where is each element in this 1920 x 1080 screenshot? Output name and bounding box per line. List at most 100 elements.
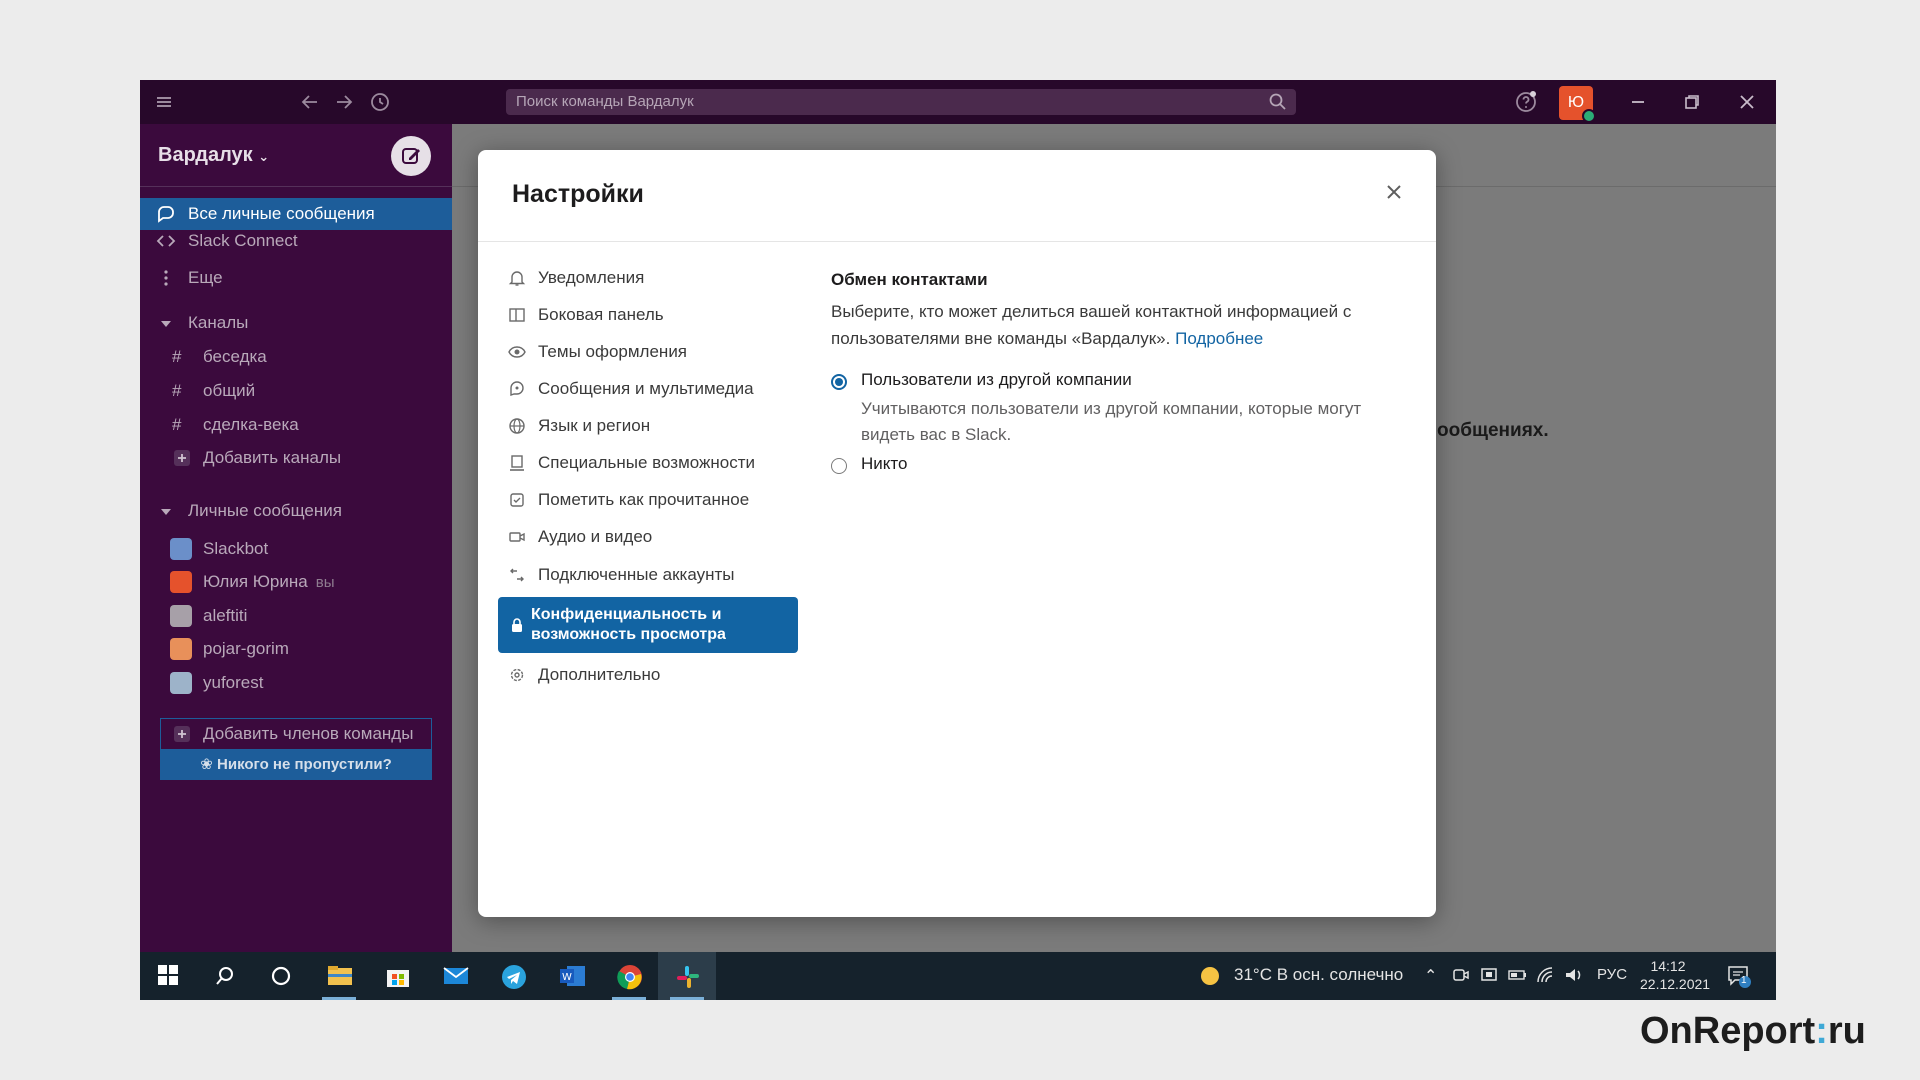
- meet-now-icon[interactable]: [1452, 966, 1470, 984]
- nav-connected-accounts[interactable]: Подключенные аккаунты: [498, 558, 798, 592]
- search-icon: [216, 967, 233, 985]
- taskbar-chrome[interactable]: [600, 952, 658, 1000]
- title-bar: Поиск команды Вардалук Ю: [140, 80, 1776, 124]
- windows-taskbar: W 31°C В осн. солнечно ⌃ РУС 14:12 22.12…: [140, 952, 1776, 1000]
- close-icon[interactable]: [1380, 178, 1408, 206]
- cortana-button[interactable]: [252, 952, 310, 1000]
- add-channels-button[interactable]: Добавить каналы: [140, 442, 452, 474]
- nav-sidebar[interactable]: Боковая панель: [498, 298, 798, 332]
- clock[interactable]: 14:12 22.12.2021: [1640, 957, 1710, 993]
- plus-icon: [172, 448, 192, 468]
- sidebar-item-more[interactable]: Еще: [140, 262, 452, 294]
- nav-advanced[interactable]: Дополнительно: [498, 658, 798, 692]
- sidebar-icon: [508, 306, 526, 324]
- history-clock-icon[interactable]: [368, 90, 392, 114]
- dm-label: yuforest: [203, 673, 264, 692]
- sidebar-dm-pojar-gorim[interactable]: pojar-gorim: [140, 633, 452, 665]
- nav-mark-as-read[interactable]: Пометить как прочитанное: [498, 483, 798, 517]
- volume-icon[interactable]: [1564, 966, 1584, 984]
- nav-messages-media[interactable]: Сообщения и мультимедиа: [498, 372, 798, 406]
- nav-themes[interactable]: Темы оформления: [498, 335, 798, 369]
- nav-audio-video[interactable]: Аудио и видео: [498, 520, 798, 554]
- notifications-icon[interactable]: 1: [1726, 963, 1752, 989]
- sidebar-dm-aleftiti[interactable]: aleftiti: [140, 600, 452, 632]
- taskbar-search-button[interactable]: [196, 952, 254, 1000]
- avatar: [170, 672, 192, 694]
- taskbar-mail[interactable]: [426, 952, 484, 1000]
- dm-label: aleftiti: [203, 606, 248, 625]
- connect-icon: [156, 231, 176, 251]
- nav-accessibility[interactable]: Специальные возможности: [498, 446, 798, 480]
- help-icon[interactable]: [1514, 90, 1538, 114]
- taskbar-store[interactable]: [368, 952, 426, 1000]
- hamburger-menu-icon[interactable]: [152, 90, 176, 114]
- search-icon[interactable]: [1268, 92, 1288, 112]
- learn-more-link[interactable]: Подробнее: [1175, 329, 1263, 348]
- tray-expand-icon[interactable]: ⌃: [1424, 966, 1437, 986]
- taskbar-word[interactable]: W: [542, 952, 600, 1000]
- onreport-watermark: OnReport:ru: [1640, 1010, 1866, 1053]
- weather-text[interactable]: 31°C В осн. солнечно: [1234, 965, 1403, 985]
- minimize-icon[interactable]: [1626, 90, 1650, 114]
- add-members-row[interactable]: Добавить членов команды: [140, 718, 452, 750]
- battery-icon[interactable]: [1508, 966, 1528, 984]
- mail-icon: [443, 967, 469, 984]
- search-input[interactable]: Поиск команды Вардалук: [506, 89, 1296, 115]
- taskbar-slack[interactable]: [658, 952, 716, 1000]
- wifi-icon[interactable]: [1536, 966, 1556, 984]
- accessibility-icon: [508, 454, 526, 472]
- bell-icon: [508, 269, 526, 287]
- sidebar-dm-yulia[interactable]: Юлия Юрина вы: [140, 566, 452, 598]
- dms-section-header[interactable]: Личные сообщения: [140, 495, 452, 527]
- nav-notifications[interactable]: Уведомления: [498, 261, 798, 295]
- option-label[interactable]: Пользователи из другой компании: [861, 370, 1132, 390]
- dm-label-wrap: Юлия Юрина вы: [203, 572, 334, 592]
- caret-down-icon: [156, 501, 176, 521]
- brand-left: OnReport: [1640, 1010, 1816, 1052]
- nav-label: Боковая панель: [538, 305, 664, 324]
- nav-privacy-visibility[interactable]: Конфиденциальность и возможность просмот…: [498, 597, 798, 653]
- device-icon[interactable]: [1480, 966, 1498, 984]
- compose-button[interactable]: [391, 136, 431, 176]
- user-avatar[interactable]: Ю: [1559, 86, 1596, 123]
- nobody-missed-button[interactable]: ❀ Никого не пропустили?: [160, 750, 432, 780]
- option-label[interactable]: Никто: [861, 454, 907, 474]
- eye-icon: [508, 343, 526, 361]
- forward-arrow-icon[interactable]: [332, 90, 356, 114]
- radio-nobody[interactable]: [831, 458, 847, 474]
- taskbar-telegram[interactable]: [484, 952, 542, 1000]
- nav-label: Специальные возможности: [538, 453, 756, 472]
- nobody-missed-label: Никого не пропустили?: [217, 756, 392, 773]
- radio-other-company-users[interactable]: [831, 374, 847, 390]
- video-icon: [508, 528, 526, 546]
- time-text: 14:12: [1650, 958, 1686, 974]
- sidebar-channel-sdelka-veka[interactable]: # сделка-века: [140, 409, 452, 441]
- nav-label: Язык и регион: [538, 416, 651, 435]
- connected-accounts-icon: [508, 566, 526, 584]
- sidebar-channel-besedka[interactable]: # беседка: [140, 341, 452, 373]
- language-indicator[interactable]: РУС: [1597, 966, 1627, 983]
- back-arrow-icon[interactable]: [298, 90, 322, 114]
- nav-language-region[interactable]: Язык и регион: [498, 409, 798, 443]
- weather-sun-icon[interactable]: [1198, 964, 1222, 988]
- taskbar-explorer[interactable]: [310, 952, 368, 1000]
- section-title: Обмен контактами: [831, 270, 988, 289]
- sidebar-dm-yuforest[interactable]: yuforest: [140, 667, 452, 699]
- sidebar-dm-slackbot[interactable]: Slackbot: [140, 533, 452, 565]
- hash-icon: #: [172, 415, 182, 434]
- more-vertical-icon: [156, 268, 176, 288]
- channels-section-header[interactable]: Каналы: [140, 307, 452, 339]
- sidebar-item-slack-connect[interactable]: Slack Connect: [140, 225, 452, 257]
- start-button[interactable]: [140, 952, 198, 1000]
- sidebar-channel-obshchiy[interactable]: # общий: [140, 375, 452, 407]
- add-channels-label: Добавить каналы: [203, 448, 342, 467]
- gear-icon: [508, 666, 526, 684]
- restore-icon[interactable]: [1680, 90, 1704, 114]
- avatar: [170, 571, 192, 593]
- close-window-icon[interactable]: [1735, 90, 1759, 114]
- workspace-name-button[interactable]: Вардалук ⌄: [158, 144, 269, 167]
- sidebar-item-label: Все личные сообщения: [188, 204, 375, 223]
- nav-label: Подключенные аккаунты: [538, 565, 735, 584]
- dms-header-label: Личные сообщения: [188, 501, 342, 520]
- windows-logo-icon: [158, 965, 178, 985]
